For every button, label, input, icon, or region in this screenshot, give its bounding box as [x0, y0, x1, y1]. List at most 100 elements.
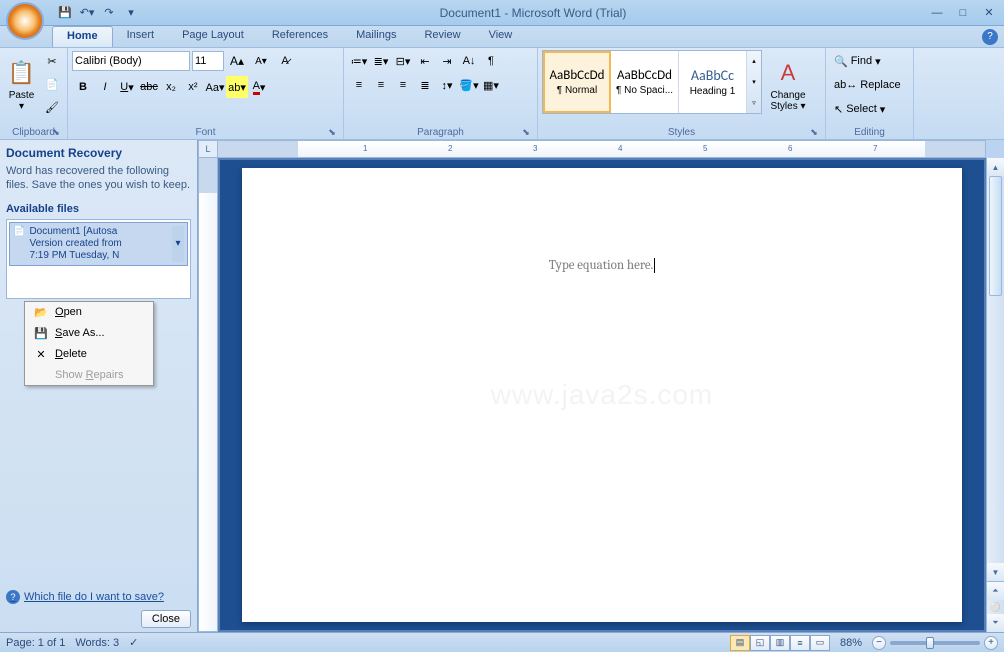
undo-icon[interactable]: ↶▾ [78, 4, 96, 22]
align-right-icon[interactable]: ≡ [392, 74, 414, 96]
increase-indent-icon[interactable]: ⇥ [436, 50, 458, 72]
proofing-icon[interactable]: ✓ [129, 636, 138, 649]
recovery-close-button[interactable]: Close [141, 610, 191, 628]
ruler-tab-selector[interactable]: L [198, 140, 218, 158]
format-painter-icon[interactable]: 🖌 [41, 96, 63, 118]
style-no-spacing[interactable]: AaBbCcDd ¶ No Spaci... [611, 51, 679, 113]
decrease-indent-icon[interactable]: ⇤ [414, 50, 436, 72]
font-size-combo[interactable] [192, 51, 224, 71]
save-icon[interactable]: 💾 [56, 4, 74, 22]
style-heading1[interactable]: AaBbCc Heading 1 [679, 51, 747, 113]
align-center-icon[interactable]: ≡ [370, 74, 392, 96]
close-window-button[interactable]: ✕ [978, 5, 1000, 21]
minimize-button[interactable]: — [926, 5, 948, 21]
menu-delete[interactable]: ✕Delete [25, 344, 153, 365]
zoom-thumb[interactable] [926, 637, 934, 649]
zoom-track[interactable] [890, 641, 980, 645]
full-screen-view-icon[interactable]: ◱ [750, 635, 770, 651]
equation-placeholder[interactable]: Type equation here. [312, 258, 892, 273]
group-clipboard: 📋 Paste ▾ ✂ 📄 🖌 Clipboard⬊ [0, 48, 68, 139]
sort-icon[interactable]: A↓ [458, 50, 480, 72]
subscript-button[interactable]: x₂ [160, 76, 182, 98]
zoom-in-button[interactable]: + [984, 636, 998, 650]
styles-gallery-more[interactable]: ▴▾▿ [747, 51, 761, 113]
change-styles-button[interactable]: A Change Styles ▾ [764, 50, 812, 118]
cut-icon[interactable]: ✂ [41, 50, 63, 72]
italic-button[interactable]: I [94, 76, 116, 98]
horizontal-ruler[interactable]: 1 2 3 4 5 6 7 [218, 140, 986, 158]
grow-font-icon[interactable]: A▴ [226, 50, 248, 72]
tab-insert[interactable]: Insert [113, 26, 169, 47]
zoom-percent[interactable]: 88% [840, 637, 862, 649]
font-launcher-icon[interactable]: ⬊ [326, 126, 338, 138]
replace-button[interactable]: ab↔Replace [830, 74, 909, 96]
numbering-icon[interactable]: ≣▾ [370, 50, 392, 72]
tab-mailings[interactable]: Mailings [342, 26, 410, 47]
prev-page-icon[interactable]: ⏶ [987, 582, 1004, 600]
change-case-button[interactable]: Aa▾ [204, 76, 226, 98]
next-page-icon[interactable]: ⏷ [987, 614, 1004, 632]
browse-object-icon[interactable]: ⚪ [987, 600, 1004, 614]
page-status[interactable]: Page: 1 of 1 [6, 637, 65, 649]
tab-references[interactable]: References [258, 26, 342, 47]
tab-review[interactable]: Review [410, 26, 474, 47]
replace-label: Replace [860, 79, 900, 91]
outline-view-icon[interactable]: ≡ [790, 635, 810, 651]
recovery-help-link[interactable]: ?Which file do I want to save? [6, 590, 191, 604]
tab-home[interactable]: Home [52, 26, 113, 47]
document-recovery-pane: Document Recovery Word has recovered the… [0, 140, 198, 632]
style-normal[interactable]: AaBbCcDd ¶ Normal [543, 51, 611, 113]
vertical-ruler[interactable] [198, 158, 218, 632]
show-marks-icon[interactable]: ¶ [480, 50, 502, 72]
copy-icon[interactable]: 📄 [41, 73, 63, 95]
superscript-button[interactable]: x² [182, 76, 204, 98]
vertical-scrollbar[interactable]: ▲ ▼ ⏶ ⚪ ⏷ [986, 158, 1004, 632]
styles-launcher-icon[interactable]: ⬊ [808, 126, 820, 138]
clear-format-icon[interactable]: A̷ [274, 50, 296, 72]
zoom-slider: − + [872, 636, 998, 650]
document-viewport[interactable]: Type equation here. www.java2s.com [218, 158, 986, 632]
strike-button[interactable]: abc [138, 76, 160, 98]
tab-page-layout[interactable]: Page Layout [168, 26, 258, 47]
multilevel-list-icon[interactable]: ⊟▾ [392, 50, 414, 72]
bold-button[interactable]: B [72, 76, 94, 98]
statusbar: Page: 1 of 1 Words: 3 ✓ ▤ ◱ ▥ ≡ ▭ 88% − … [0, 632, 1004, 652]
chevron-down-icon[interactable]: ▾ [172, 226, 184, 262]
paragraph-launcher-icon[interactable]: ⬊ [520, 126, 532, 138]
find-button[interactable]: 🔍Find ▾ [830, 50, 909, 72]
bullets-icon[interactable]: ≔▾ [348, 50, 370, 72]
page[interactable]: Type equation here. [242, 168, 962, 622]
clipboard-launcher-icon[interactable]: ⬊ [50, 126, 62, 138]
word-count[interactable]: Words: 3 [75, 637, 119, 649]
select-button[interactable]: ↖Select ▾ [830, 98, 909, 120]
highlight-icon[interactable]: ab▾ [226, 76, 248, 98]
draft-view-icon[interactable]: ▭ [810, 635, 830, 651]
shrink-font-icon[interactable]: A▾ [250, 50, 272, 72]
office-button[interactable] [6, 2, 44, 40]
scroll-up-icon[interactable]: ▲ [987, 158, 1004, 176]
maximize-button[interactable]: □ [952, 5, 974, 21]
tab-view[interactable]: View [475, 26, 527, 47]
print-layout-view-icon[interactable]: ▤ [730, 635, 750, 651]
scroll-thumb[interactable] [989, 176, 1002, 296]
qat-customize-icon[interactable]: ▾ [122, 4, 140, 22]
line-spacing-icon[interactable]: ↕▾ [436, 74, 458, 96]
zoom-out-button[interactable]: − [872, 636, 886, 650]
align-left-icon[interactable]: ≡ [348, 74, 370, 96]
recovered-file-item[interactable]: 📄 Document1 [Autosa Version created from… [9, 222, 188, 266]
font-color-icon[interactable]: A▾ [248, 76, 270, 98]
style-preview: AaBbCcDd [617, 68, 672, 83]
font-name-combo[interactable] [72, 51, 190, 71]
menu-open[interactable]: 📂Open [25, 302, 153, 323]
web-layout-view-icon[interactable]: ▥ [770, 635, 790, 651]
styles-group-label: Styles [668, 127, 695, 138]
justify-icon[interactable]: ≣ [414, 74, 436, 96]
scroll-down-icon[interactable]: ▼ [987, 563, 1004, 581]
underline-button[interactable]: U▾ [116, 76, 138, 98]
help-icon[interactable]: ? [982, 29, 998, 45]
menu-save-as[interactable]: 💾Save As... [25, 323, 153, 344]
shading-icon[interactable]: 🪣▾ [458, 74, 480, 96]
paste-button[interactable]: 📋 Paste ▾ [4, 50, 39, 118]
borders-icon[interactable]: ▦▾ [480, 74, 502, 96]
redo-icon[interactable]: ↷ [100, 4, 118, 22]
